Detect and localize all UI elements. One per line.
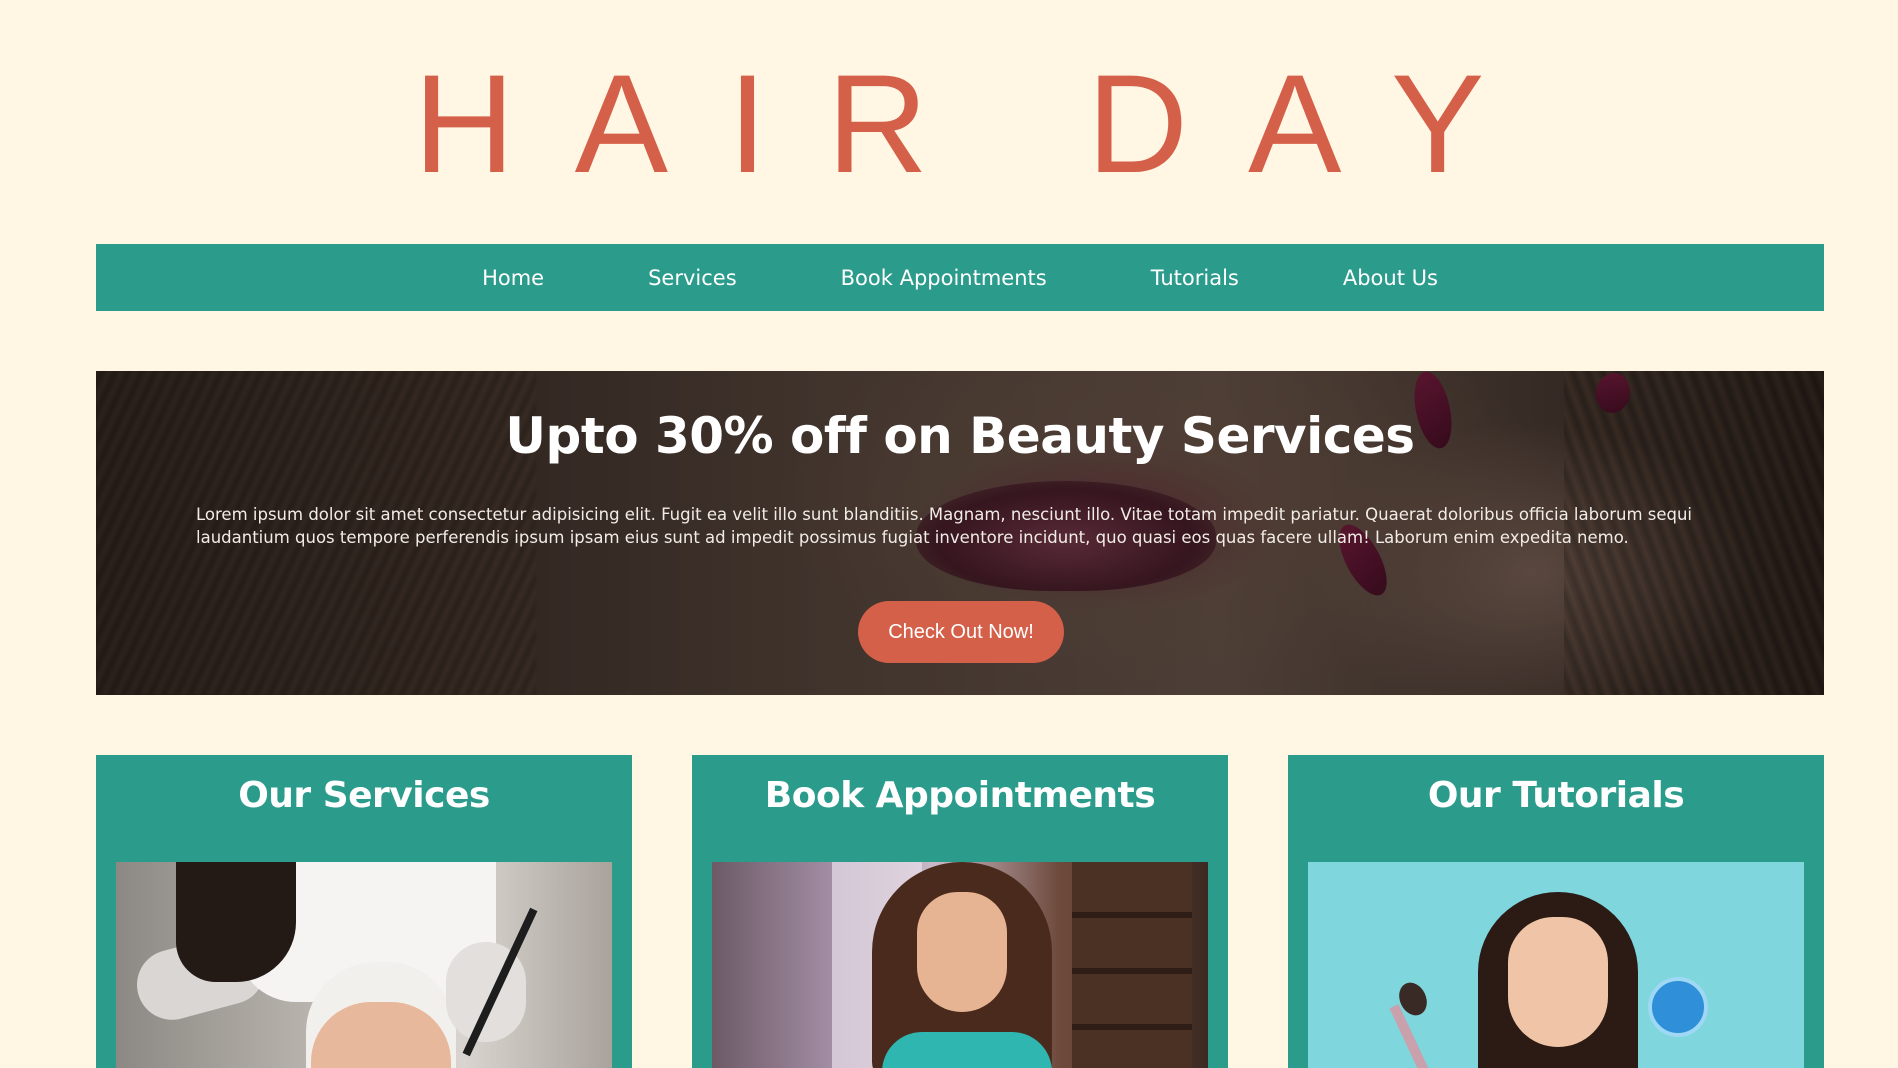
hero-banner: Upto 30% off on Beauty Services Lorem ip… — [96, 371, 1824, 695]
nav-item-about-us[interactable]: About Us — [1343, 266, 1438, 290]
card-book-appointments[interactable]: Book Appointments — [692, 755, 1228, 1068]
nav-item-services[interactable]: Services — [648, 266, 737, 290]
card-title: Book Appointments — [764, 775, 1156, 816]
site-logo[interactable]: HAIR DAY — [0, 44, 1898, 204]
card-title: Our Services — [238, 775, 490, 816]
page: HAIR DAY Home Services Book Appointments… — [0, 0, 1898, 1068]
hero-description: Lorem ipsum dolor sit amet consectetur a… — [196, 505, 1693, 547]
card-our-services[interactable]: Our Services — [96, 755, 632, 1068]
services-image — [116, 862, 612, 1068]
nav-item-tutorials[interactable]: Tutorials — [1151, 266, 1239, 290]
check-out-now-button[interactable]: Check Out Now! — [858, 601, 1064, 663]
nav-item-home[interactable]: Home — [482, 266, 544, 290]
card-title: Our Tutorials — [1427, 775, 1685, 816]
card-our-tutorials[interactable]: Our Tutorials — [1288, 755, 1824, 1068]
nav-item-book-appointments[interactable]: Book Appointments — [841, 266, 1047, 290]
tutorials-image — [1308, 862, 1804, 1068]
hero-title: Upto 30% off on Beauty Services — [505, 407, 1415, 465]
appointments-image — [712, 862, 1208, 1068]
main-nav: Home Services Book Appointments Tutorial… — [96, 244, 1824, 311]
